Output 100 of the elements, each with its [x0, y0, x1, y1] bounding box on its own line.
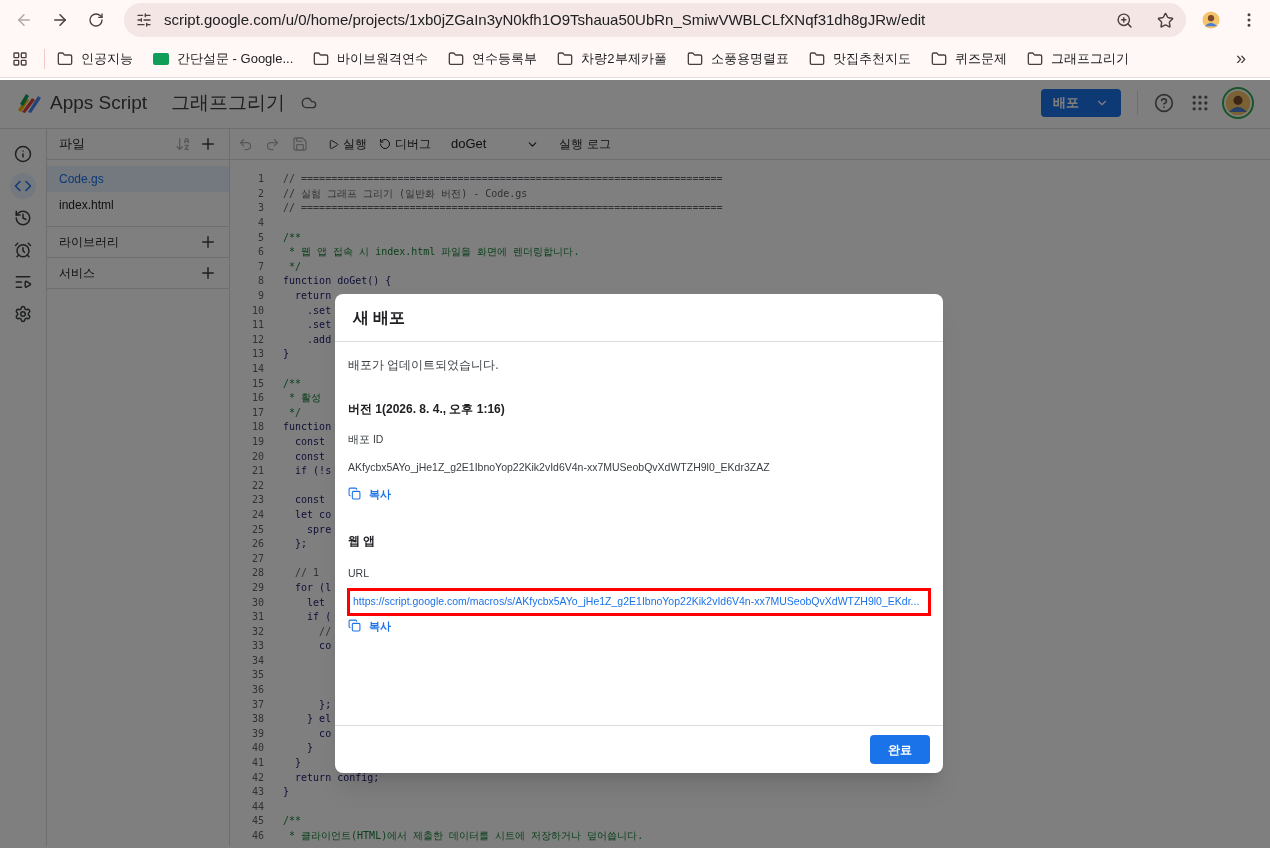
code-line: if (!s: [294, 466, 332, 477]
line-number: 18: [250, 422, 264, 433]
apps-icon[interactable]: [12, 50, 28, 67]
form-icon: [153, 52, 169, 65]
zoom-icon[interactable]: [1116, 11, 1133, 29]
line-number: 5: [256, 232, 264, 243]
line-number: 9: [256, 291, 264, 302]
line-number: 16: [250, 393, 264, 404]
line-number: 15: [250, 378, 264, 389]
bookmark[interactable]: 맛집추천지도: [808, 48, 911, 69]
line-number: 37: [250, 699, 264, 710]
site-info-icon[interactable]: [136, 12, 152, 28]
project-title[interactable]: 그래프그리기: [171, 88, 286, 118]
line-number: 23: [250, 495, 264, 506]
code-line: };: [294, 539, 308, 550]
code-line: const: [294, 437, 326, 447]
done-button[interactable]: 완료: [870, 735, 930, 764]
add-icon[interactable]: [199, 264, 217, 282]
code-line: .set: [306, 320, 332, 331]
more-bookmarks-button[interactable]: »: [1236, 45, 1246, 72]
bookmark[interactable]: 간단설문 - Google...: [153, 48, 294, 69]
code-line: * 클라이언트(HTML)에서 제출한 데이터를 시트에 저장하거나 덮어씁니다.: [288, 831, 644, 841]
code-icon[interactable]: [10, 173, 36, 199]
help-icon[interactable]: [1154, 93, 1174, 113]
bookmark[interactable]: 바이브원격연수: [313, 48, 429, 69]
execution-log-button[interactable]: 실행 로그: [559, 135, 611, 153]
apps-grid-icon[interactable]: [1190, 93, 1210, 113]
line-number: 28: [250, 568, 264, 579]
version-heading: 버전 1(2026. 8. 4., 오후 1:16): [348, 401, 506, 418]
bookmark-label: 연수등록부: [472, 49, 538, 68]
code-line: for (l: [294, 582, 332, 593]
folder-icon: [57, 50, 73, 67]
bookmark-label: 그래프그리기: [1050, 49, 1129, 68]
folder-icon: [808, 50, 825, 67]
line-number: 3: [256, 203, 264, 214]
folder-icon: [686, 50, 703, 67]
add-file-icon[interactable]: [199, 135, 217, 153]
bookmark[interactable]: 소풍용명렬표: [686, 48, 789, 69]
bookmark[interactable]: 퀴즈문제: [930, 48, 1007, 69]
code-line: co: [318, 641, 332, 652]
section-heading: 라이브러리: [59, 234, 120, 251]
bookmark-star-icon[interactable]: [1157, 11, 1174, 29]
code-line: const: [294, 495, 326, 506]
bookmark[interactable]: 차량2부제카풀: [557, 48, 667, 69]
code-line: */: [288, 261, 302, 272]
code-line: }: [283, 349, 290, 360]
file-item[interactable]: Code.gs: [47, 166, 229, 192]
code-line: // 실험 그래프 그리기 (일반화 버전) - Code.gs: [283, 188, 528, 199]
line-number: 35: [250, 670, 264, 681]
line-number: 25: [250, 524, 264, 535]
web-app-url-link[interactable]: https://script.google.com/macros/s/AKfycbx5AYo_jHe1Z_g2E1IbnoYop22Kik2vId6V4n-xx7MUSeobQvXdWTZH9l0_EKdr...: [353, 593, 925, 610]
file-item[interactable]: index.html: [47, 192, 229, 218]
line-number: 38: [250, 714, 264, 725]
line-number: 34: [250, 655, 264, 666]
folder-icon: [930, 50, 947, 67]
play-icon: [328, 138, 339, 150]
deploy-button[interactable]: 배포: [1041, 89, 1121, 117]
code-line: }: [283, 787, 290, 798]
copy-button[interactable]: 복사: [348, 617, 391, 634]
bookmark[interactable]: 그래프그리기: [1026, 48, 1129, 69]
avatar-icon[interactable]: [1225, 90, 1251, 116]
code-line: spre: [306, 524, 332, 535]
line-number: 30: [250, 597, 264, 608]
bookmark[interactable]: 인공지능: [57, 48, 133, 69]
line-number: 12: [250, 334, 264, 345]
bookmark[interactable]: 연수등록부: [448, 48, 538, 69]
line-number: 24: [250, 509, 264, 520]
code-line: return: [294, 291, 332, 302]
code-line: co: [318, 728, 332, 739]
line-number: 26: [250, 539, 264, 550]
folder-icon: [557, 50, 574, 67]
section-heading: 서비스: [59, 265, 96, 282]
line-number: 39: [250, 728, 264, 739]
run-button[interactable]: 실행: [328, 135, 367, 153]
code-line: /**: [283, 232, 302, 243]
bookmark-label: 차량2부제카풀: [581, 49, 667, 68]
files-heading: 파일: [59, 135, 86, 154]
avatar-icon[interactable]: [1202, 11, 1220, 29]
code-line: const: [294, 451, 326, 462]
code-line: // 1: [294, 568, 320, 579]
function-select[interactable]: doGet: [451, 134, 540, 154]
line-number: 36: [250, 685, 264, 696]
line-number: 19: [250, 437, 264, 447]
field-label: 배포 ID: [348, 432, 385, 447]
line-number: 10: [250, 305, 264, 316]
bookmark-label: 퀴즈문제: [954, 49, 1007, 68]
code-line: .set: [306, 305, 332, 316]
code-line: } el: [306, 714, 332, 725]
line-number: 32: [250, 626, 264, 637]
add-icon[interactable]: [199, 233, 217, 251]
url-text: script.google.com/u/0/home/projects/1xb0jZGaIn3yN0kfh1O9Tshaua50UbRn_SmiwVWBLCLfXNqf31dh8gJRw/edit: [164, 9, 927, 30]
line-number: 8: [256, 276, 264, 287]
line-number: 33: [250, 641, 264, 652]
debug-button[interactable]: 디버그: [379, 135, 431, 153]
reload-icon[interactable]: [88, 12, 104, 28]
forward-icon[interactable]: [51, 11, 69, 29]
copy-button[interactable]: 복사: [348, 485, 391, 502]
address-bar[interactable]: script.google.com/u/0/home/projects/1xb0jZGaIn3yN0kfh1O9Tshaua50UbRn_SmiwVWBLCLfXNqf31dh8gJRw/edit: [124, 3, 1186, 37]
line-number: 46: [250, 831, 264, 841]
field-label: URL: [348, 566, 370, 581]
